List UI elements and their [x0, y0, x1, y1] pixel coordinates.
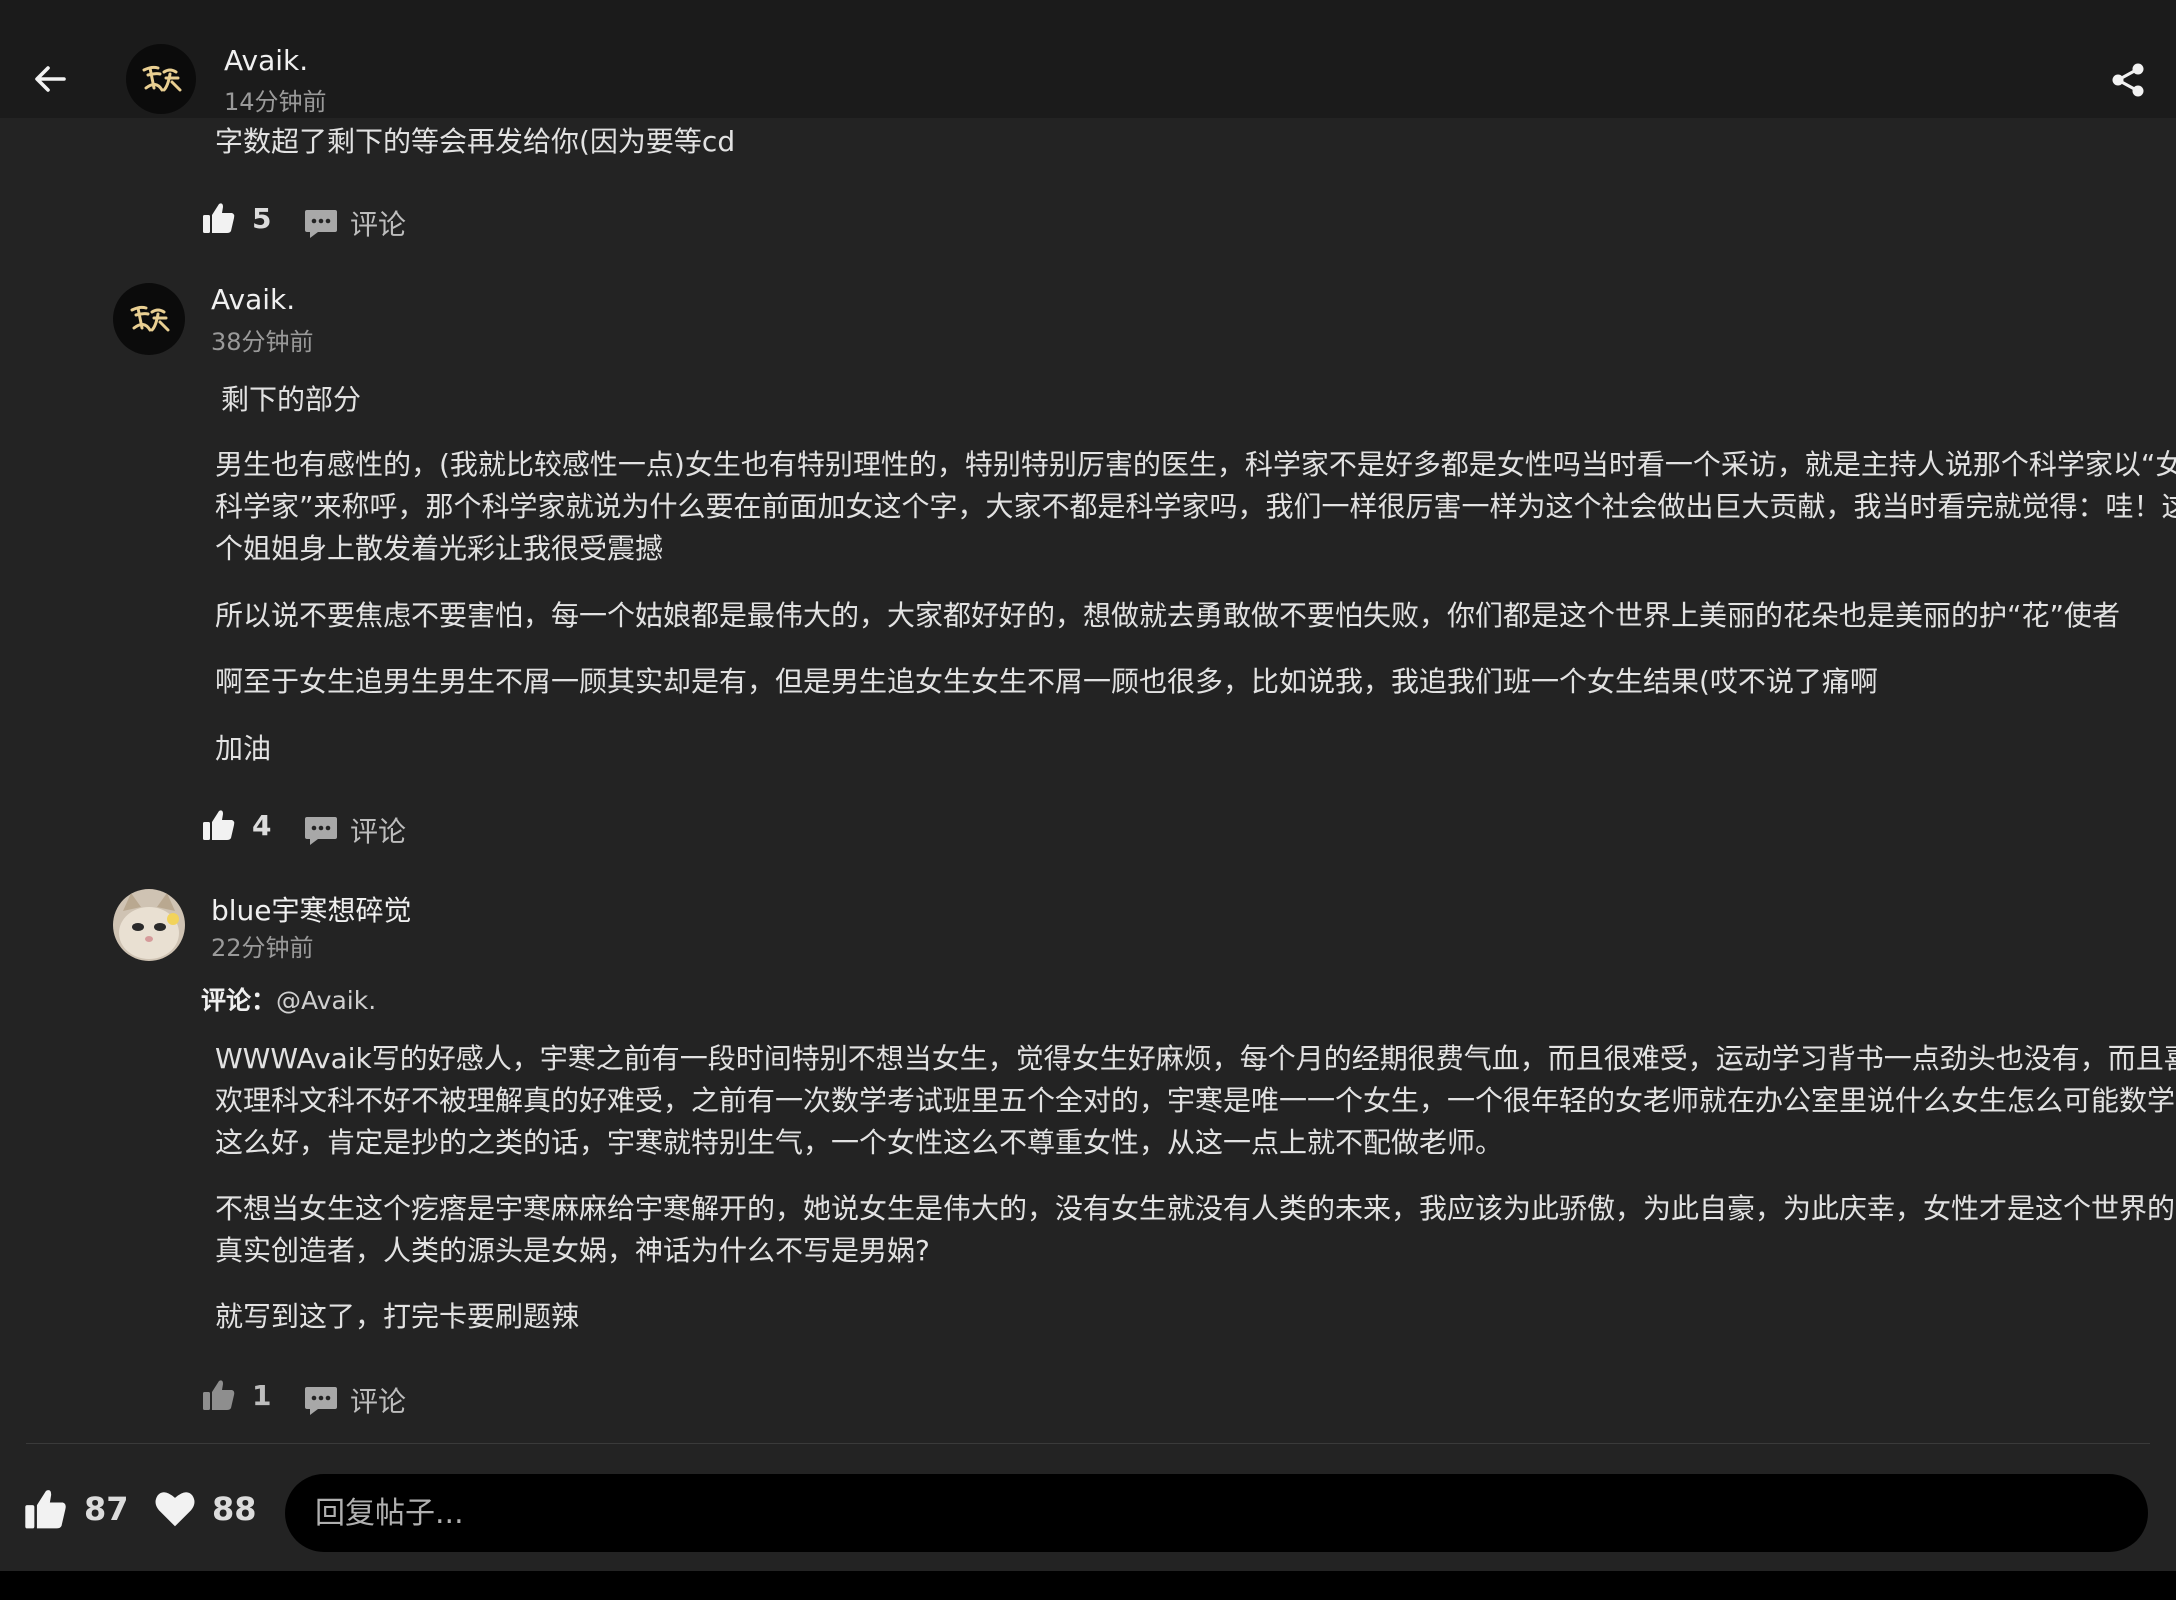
comment-like-button[interactable]: 5 [202, 201, 271, 235]
comment-paragraph: 所以说不要焦虑不要害怕，每一个姑娘都是最伟大的，大家都好好的，想做就去勇敢做不要… [215, 599, 2121, 632]
share-icon [2112, 63, 2144, 97]
commenter-name[interactable]: Avaik. [211, 283, 295, 316]
comment-reply-button[interactable]: 评论 [304, 810, 406, 850]
heart-icon [155, 1492, 195, 1527]
like-count: 4 [252, 808, 272, 842]
reply-mention[interactable]: @Avaik. [276, 986, 376, 1015]
comment-bubble-icon [305, 817, 337, 845]
thumbs-up-icon [203, 1380, 235, 1410]
post-favorite-button[interactable]: 88 [154, 1488, 257, 1530]
like-count: 1 [252, 1378, 272, 1412]
reply-to-label: 评论：@Avaik. [201, 981, 376, 1017]
comment-paragraph: 不想当女生这个疙瘩是宇寒麻麻给宇寒解开的，她说女生是伟大的，没有女生就没有人类的… [215, 1192, 2176, 1267]
commenter-avatar[interactable] [113, 283, 185, 355]
thumbs-up-icon [203, 203, 235, 233]
comment-paragraph: WWWAvaik写的好感人，宇寒之前有一段时间特别不想当女生，觉得女生好麻烦，每… [215, 1042, 2176, 1159]
comment-intro: 剩下的部分 [221, 383, 362, 416]
comment-paragraph: 就写到这了，打完卡要刷题辣 [215, 1300, 580, 1333]
system-nav-strip [0, 1571, 2176, 1600]
reply-prefix: 评论： [201, 986, 277, 1015]
like-count: 5 [252, 201, 272, 235]
comment-bubble-icon [305, 1387, 337, 1415]
thumbs-up-icon [203, 810, 235, 840]
commenter-name[interactable]: blue宇寒想碎觉 [211, 889, 412, 929]
author-avatar[interactable] [126, 44, 196, 114]
comment-reply-button[interactable]: 评论 [304, 1380, 406, 1420]
comment-reply-button[interactable]: 评论 [304, 203, 406, 243]
commenter-avatar[interactable] [113, 889, 185, 961]
back-arrow-icon [35, 66, 66, 92]
reply-input[interactable] [285, 1474, 2148, 1552]
comment-paragraph: 啊至于女生追男生男生不屑一顾其实却是有，但是男生追女生女生不屑一顾也很多，比如说… [215, 665, 1878, 698]
author-name[interactable]: Avaik. [224, 44, 308, 77]
comment-like-button[interactable]: 4 [202, 808, 271, 842]
comment-paragraph: 男生也有感性的，(我就比较感性一点)女生也有特别理性的，特别特别厉害的医生，科学… [215, 448, 2176, 565]
post-detail-screen: Avaik. 14分钟前 字数超了剩下的等会再发给你(因为要等cd 5 评论 A… [0, 0, 2176, 1600]
back-button[interactable] [26, 55, 74, 103]
post-favorite-count: 88 [212, 1490, 257, 1528]
comment-label: 评论 [350, 1385, 407, 1418]
post-time: 14分钟前 [224, 88, 327, 116]
comment-label: 评论 [350, 815, 407, 848]
comment-like-button[interactable]: 1 [202, 1378, 271, 1412]
top-app-bar: Avaik. 14分钟前 [0, 0, 2176, 118]
post-like-count: 87 [84, 1490, 129, 1528]
comment-paragraph: 加油 [215, 732, 272, 765]
bottom-divider [26, 1443, 2150, 1444]
post-like-button[interactable]: 87 [24, 1487, 129, 1531]
comment-label: 评论 [350, 208, 407, 241]
share-button[interactable] [2106, 58, 2150, 102]
thumbs-up-icon [25, 1490, 66, 1529]
comment-time: 38分钟前 [211, 328, 314, 356]
comment-text: 字数超了剩下的等会再发给你(因为要等cd [215, 125, 736, 158]
comment-bubble-icon [305, 210, 337, 238]
comment-time: 22分钟前 [211, 934, 314, 962]
